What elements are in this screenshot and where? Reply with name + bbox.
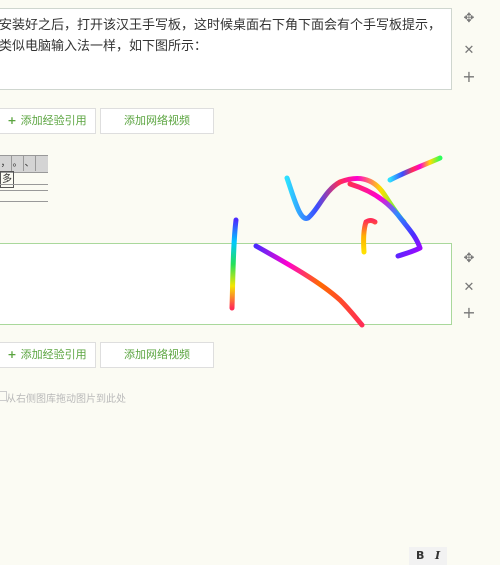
stroke-small-hook — [361, 218, 378, 255]
bold-button[interactable]: B — [416, 549, 424, 562]
italic-button[interactable]: I — [435, 549, 440, 562]
stroke-vertical — [229, 217, 239, 311]
stroke-hook — [387, 155, 443, 183]
format-toolbar: B I — [409, 547, 447, 565]
handwriting-strokes — [229, 155, 443, 328]
stroke-diagonal — [253, 243, 365, 328]
